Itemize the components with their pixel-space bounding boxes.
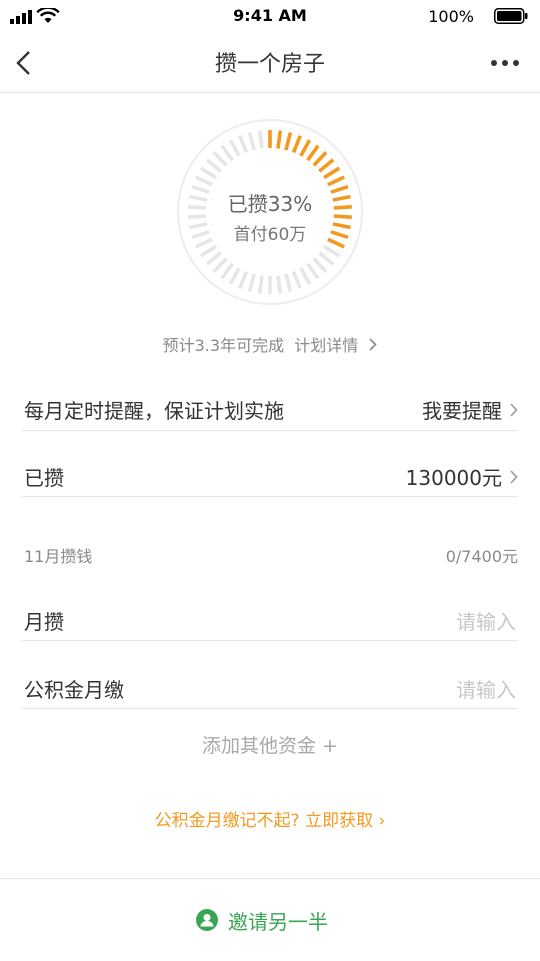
- nav-bar: 攒一个房子: [0, 34, 540, 93]
- battery-icon: [494, 8, 528, 24]
- gauge-tick: [306, 144, 320, 162]
- gauge-tick: [199, 166, 217, 180]
- gauge-tick: [199, 244, 217, 258]
- gauge-tick: [318, 158, 335, 173]
- gauge-tick: [220, 262, 234, 280]
- add-funds-button[interactable]: 添加其他资金 +: [0, 731, 540, 758]
- gauge-tick: [195, 175, 213, 187]
- more-icon[interactable]: [490, 58, 520, 68]
- bottom-bar: 邀请另一半: [0, 878, 540, 961]
- gauge-tick: [291, 135, 302, 154]
- chevron-right-icon: [510, 470, 518, 484]
- estimate-line[interactable]: 预计3.3年可完成 计划详情: [0, 332, 540, 356]
- gauge-tick: [327, 175, 345, 187]
- page-title: 攒一个房子: [214, 52, 325, 77]
- estimate-text: 预计3.3年可完成: [162, 336, 285, 355]
- gauge-tick: [228, 139, 241, 157]
- gauge-tick: [212, 150, 228, 167]
- gauge-tick: [306, 262, 320, 280]
- chevron-right-icon: [510, 403, 518, 417]
- down-payment-text: 首付60万: [233, 225, 307, 245]
- reminder-label: 每月定时提醒，保证计划实施: [24, 399, 284, 423]
- saved-label: 已攒: [24, 466, 64, 490]
- gauge-tick: [257, 275, 264, 294]
- gauge-tick: [228, 267, 241, 285]
- gauge-tick: [299, 267, 312, 285]
- saved-row[interactable]: 已攒 130000元: [22, 448, 518, 497]
- gauge-tick: [284, 132, 293, 151]
- housing-fund-row[interactable]: 公积金月缴 请输入: [22, 660, 518, 709]
- gauge-tick: [318, 251, 335, 266]
- gauge-tick: [312, 150, 328, 167]
- gauge-tick: [312, 257, 328, 274]
- gauge-tick: [205, 251, 222, 266]
- gauge-tick: [276, 130, 283, 149]
- gauge-tick: [220, 144, 234, 162]
- monthly-saving-label: 月攒: [24, 610, 64, 634]
- month-section-value: 0/7400元: [445, 547, 518, 566]
- gauge-tick: [238, 270, 249, 289]
- gauge-tick: [247, 132, 256, 151]
- chevron-right-icon: [369, 338, 377, 351]
- reminder-row[interactable]: 每月定时提醒，保证计划实施 我要提醒: [22, 382, 518, 431]
- monthly-saving-row[interactable]: 月攒 请输入: [22, 592, 518, 641]
- user-icon: [196, 909, 218, 931]
- gauge-tick: [257, 130, 264, 149]
- gauge-tick: [323, 166, 341, 180]
- monthly-saving-input[interactable]: 请输入: [456, 606, 516, 635]
- gauge-tick: [238, 135, 249, 154]
- gauge-tick: [323, 244, 341, 258]
- gauge-tick: [299, 139, 312, 157]
- housing-fund-input[interactable]: 请输入: [456, 674, 516, 703]
- status-bar: 9:41 AM 100%: [0, 0, 540, 34]
- reminder-action[interactable]: 我要提醒: [422, 395, 502, 424]
- saved-value: 130000元: [405, 466, 502, 490]
- gauge-tick: [205, 158, 222, 173]
- month-section-label: 11月攒钱: [24, 547, 93, 566]
- gauge-tick: [247, 273, 256, 292]
- housing-fund-promo-link[interactable]: 公积金月缴记不起? 立即获取 ›: [0, 806, 540, 831]
- gauge-tick: [291, 270, 302, 289]
- housing-fund-label: 公积金月缴: [24, 678, 124, 702]
- battery-percent: 100%: [428, 7, 474, 26]
- progress-percent-text: 已攒33%: [227, 192, 313, 216]
- plan-details-link[interactable]: 计划详情: [294, 336, 358, 355]
- gauge-tick: [212, 257, 228, 274]
- gauge-tick: [276, 275, 283, 294]
- invite-partner-button[interactable]: 邀请另一半: [228, 906, 328, 935]
- gauge-tick: [284, 273, 293, 292]
